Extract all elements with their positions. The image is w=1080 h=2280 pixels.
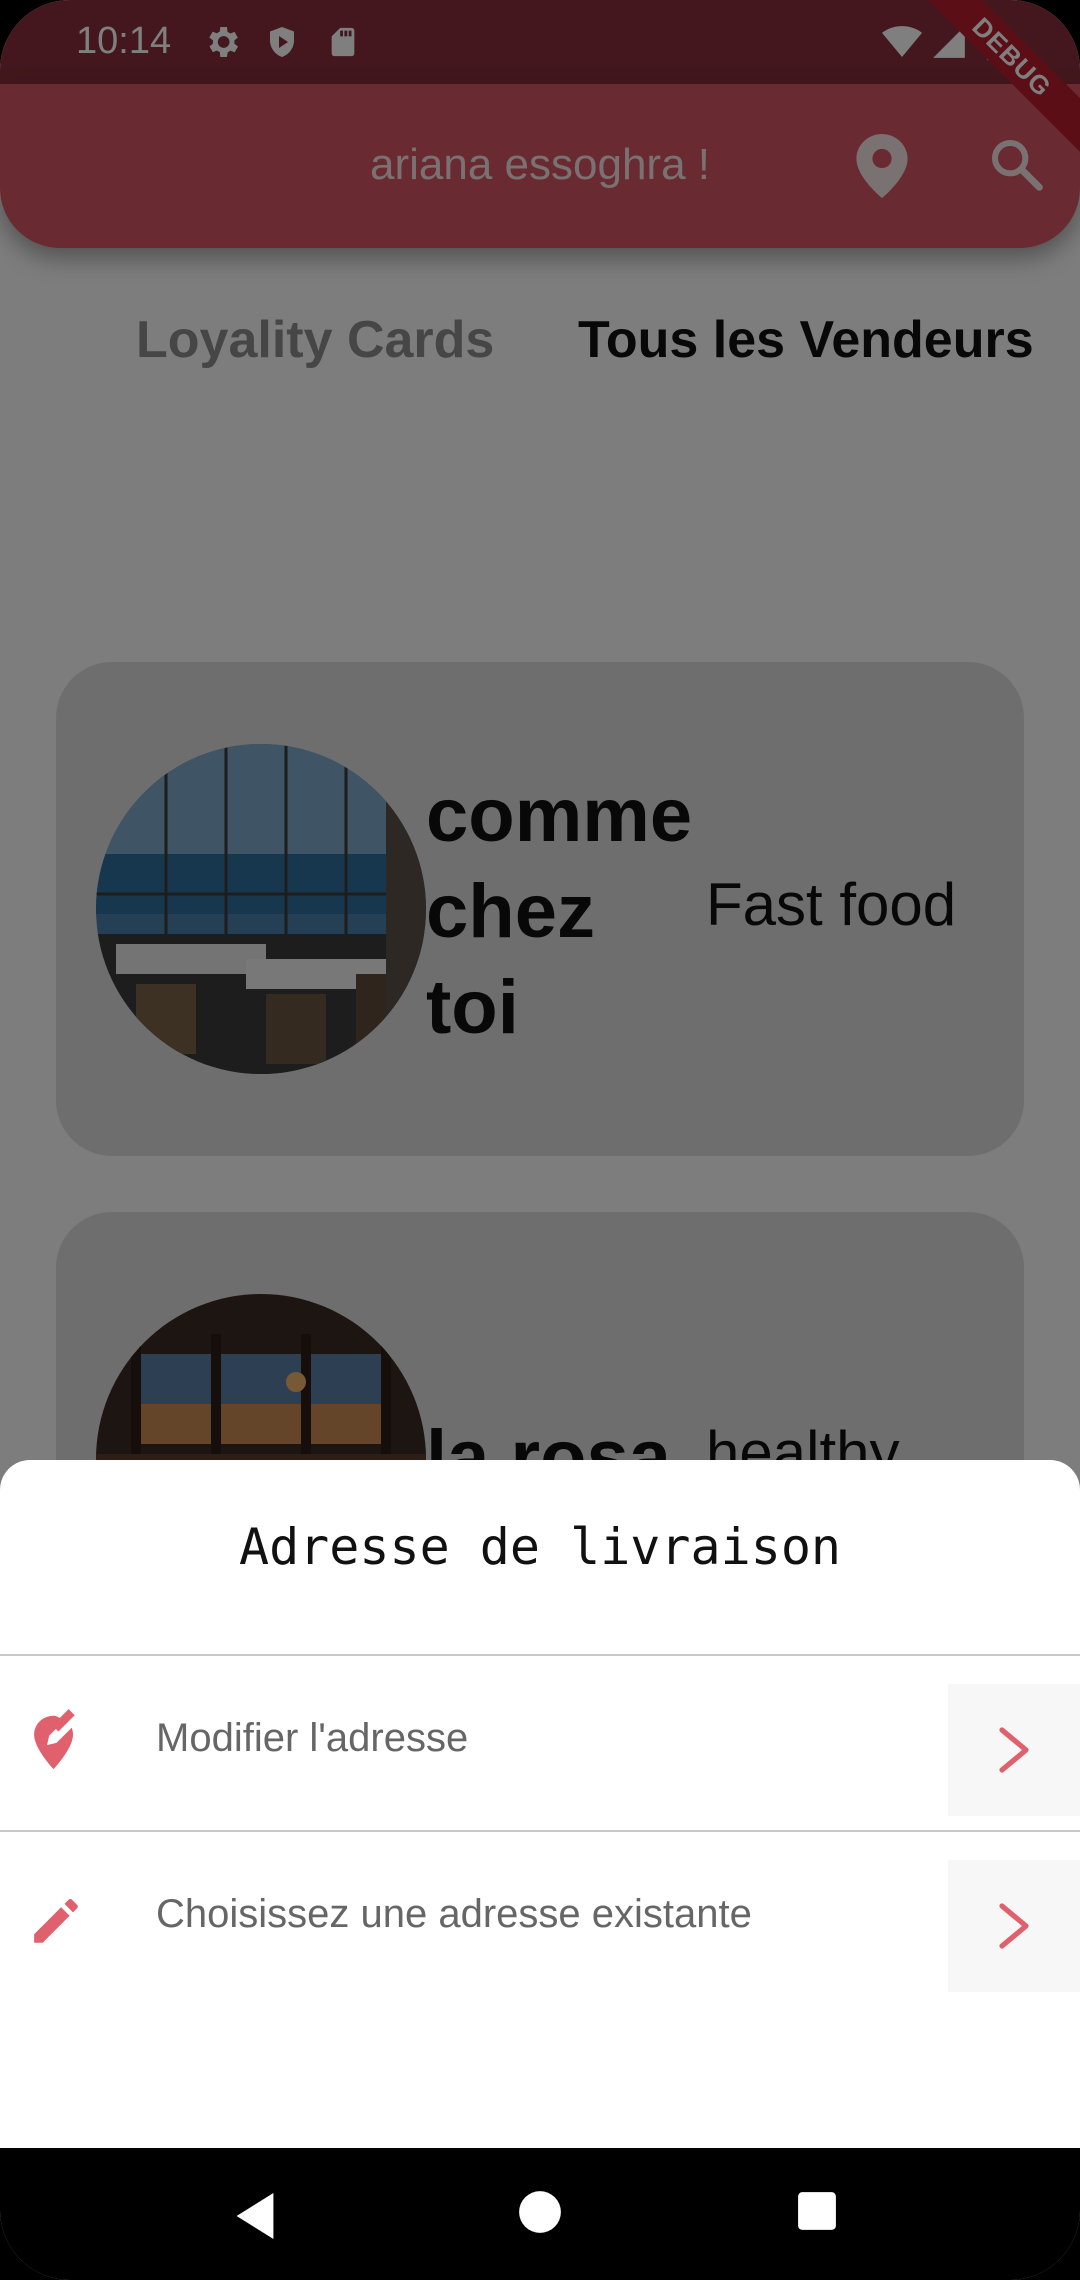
sheet-title: Adresse de livraison: [238, 1518, 842, 1576]
option-label: Choisissez une adresse existante: [156, 1892, 752, 1936]
recents-icon[interactable]: [796, 2190, 838, 2237]
back-icon[interactable]: [232, 2190, 278, 2247]
chevron-right-icon[interactable]: [948, 1684, 1080, 1816]
chevron-right-icon[interactable]: [948, 1860, 1080, 1992]
delivery-address-sheet: Adresse de livraison Modifier l'adresse: [0, 1460, 1080, 2148]
navigation-bar: [0, 2148, 1080, 2280]
option-edit-address[interactable]: Modifier l'adresse: [0, 1656, 1080, 1830]
option-choose-existing-address[interactable]: Choisissez une adresse existante: [0, 1832, 1080, 2006]
edit-location-icon: [26, 1706, 86, 1774]
home-icon[interactable]: [518, 2190, 562, 2239]
pencil-icon: [26, 1882, 86, 1950]
option-label: Modifier l'adresse: [156, 1716, 469, 1760]
app-screen: 10:14 ariana essoghra ! DEBUG Loyality: [0, 0, 1080, 2280]
